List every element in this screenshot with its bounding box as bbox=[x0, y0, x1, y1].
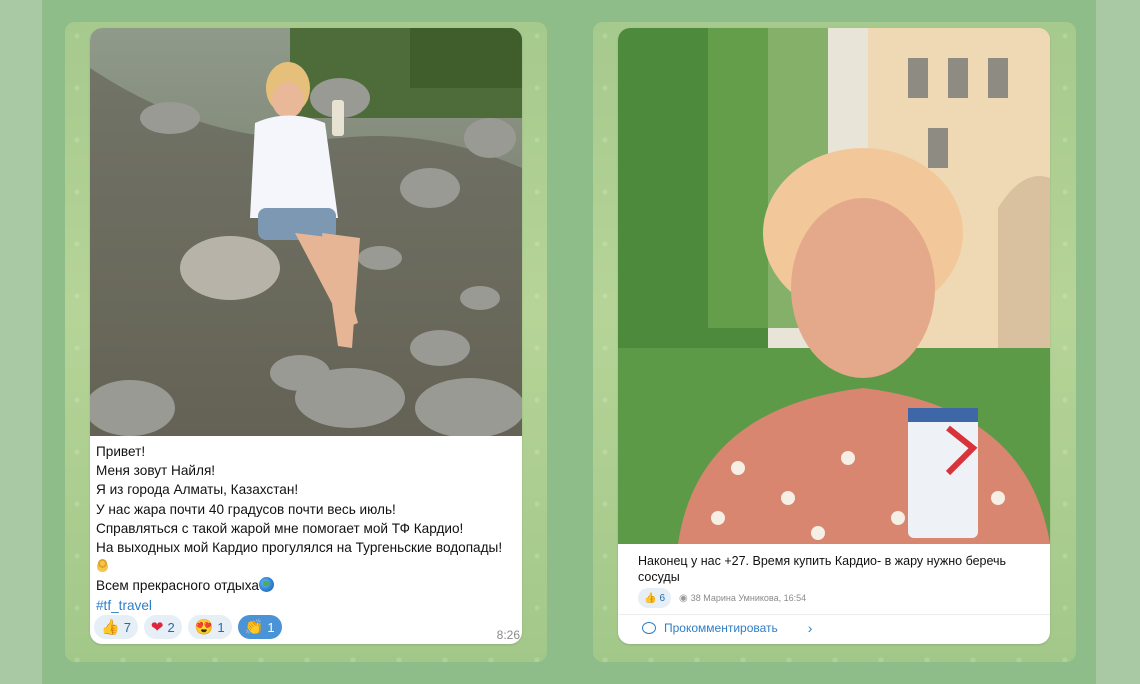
background-strip-left bbox=[0, 0, 42, 684]
caption-line: Я из города Алматы, Казахстан! bbox=[96, 482, 299, 498]
ok-hand-icon bbox=[96, 558, 109, 573]
heart-eyes-icon: 😍 bbox=[194, 618, 214, 636]
reaction-count: 1 bbox=[267, 619, 275, 635]
caption-line: Привет! bbox=[96, 444, 146, 459]
reaction-heart[interactable]: ❤ 2 bbox=[143, 615, 182, 639]
photo-waterfall[interactable] bbox=[90, 28, 522, 436]
thumbs-up-icon: 👍 bbox=[101, 618, 120, 636]
comment-button[interactable]: Прокомментировать › bbox=[642, 618, 822, 638]
reaction-thumbs-up[interactable]: 👍 6 bbox=[638, 588, 672, 608]
views-meta-text: 38 Марина Умникова, 16:54 bbox=[690, 593, 807, 603]
reaction-clap[interactable]: 👏 1 bbox=[237, 615, 282, 639]
caption-line: На выходных мой Кардио прогулялся на Тур… bbox=[96, 540, 503, 556]
reaction-count: 2 bbox=[167, 619, 175, 635]
message-card-right: Наконец у нас +27. Время купить Кардио- … bbox=[618, 28, 1050, 644]
views-meta: ◉ 38 Марина Умникова, 16:54 bbox=[679, 593, 806, 604]
message-card-left: Привет! Меня зовут Найля! Я из города Ал… bbox=[90, 28, 522, 644]
comment-bubble-icon bbox=[642, 622, 656, 634]
background-strip-right bbox=[1096, 0, 1140, 684]
chevron-right-icon: › bbox=[807, 620, 813, 636]
eye-icon: ◉ bbox=[679, 592, 688, 604]
heart-icon: ❤ bbox=[150, 618, 164, 636]
caption-line: Меня зовут Найля! bbox=[96, 463, 216, 479]
reaction-heart-eyes[interactable]: 😍 1 bbox=[187, 615, 232, 639]
reaction-thumbs-up[interactable]: 👍 7 bbox=[94, 615, 138, 639]
divider bbox=[618, 614, 1050, 615]
reaction-count: 7 bbox=[123, 619, 131, 635]
meta-row: 👍 6 ◉ 38 Марина Умникова, 16:54 bbox=[638, 588, 806, 608]
message-time: 8:26 bbox=[496, 628, 520, 642]
caption-line: Справляться с такой жарой мне помогает м… bbox=[96, 520, 464, 536]
globe-icon bbox=[258, 577, 274, 593]
clap-icon: 👏 bbox=[244, 618, 264, 636]
reactions-bar-left: 👍 7 ❤ 2 😍 1 👏 1 bbox=[94, 615, 282, 639]
photo-courtyard[interactable] bbox=[618, 28, 1050, 544]
hashtag-link[interactable]: #tf_travel bbox=[96, 598, 152, 613]
thumbs-up-icon: 👍 bbox=[644, 592, 657, 604]
reaction-count: 1 bbox=[217, 619, 225, 635]
caption-right: Наконец у нас +27. Время купить Кардио- … bbox=[638, 554, 1007, 584]
reaction-count: 6 bbox=[659, 592, 666, 604]
comment-label: Прокомментировать bbox=[664, 621, 778, 635]
closing-line: Всем прекрасного отдыха bbox=[96, 578, 259, 594]
caption-line: У нас жара почти 40 градусов почти весь … bbox=[96, 501, 396, 517]
caption-left: Привет! Меня зовут Найля! Я из города Ал… bbox=[96, 442, 520, 615]
